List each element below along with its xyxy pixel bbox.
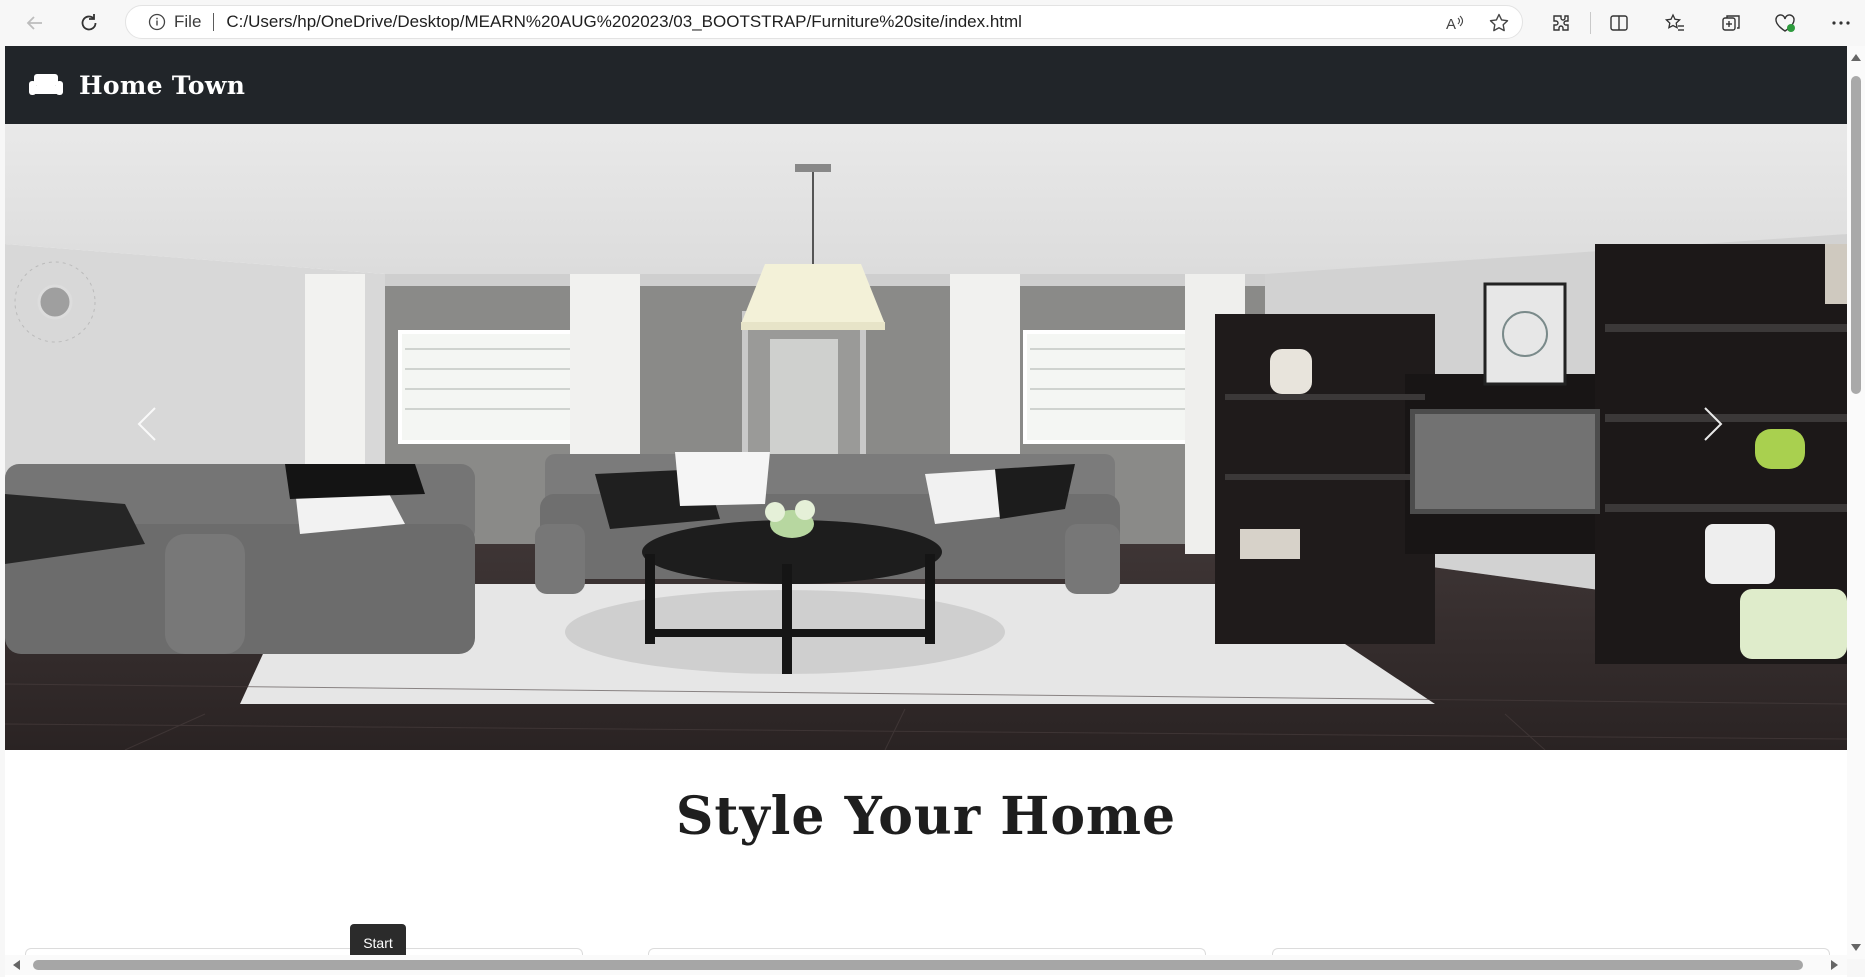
vertical-scrollbar[interactable] bbox=[1847, 46, 1865, 959]
chevron-left-icon bbox=[135, 404, 159, 449]
url-text[interactable]: C:/Users/hp/OneDrive/Desktop/MEARN%20AUG… bbox=[226, 12, 1022, 32]
living-room-photo bbox=[5, 124, 1847, 750]
refresh-icon[interactable] bbox=[74, 8, 104, 38]
page-viewport: Home Town Style Your Home bbox=[5, 46, 1847, 977]
site-navbar: Home Town bbox=[5, 46, 1847, 124]
scroll-right-icon[interactable] bbox=[1831, 960, 1838, 970]
toolbar-divider bbox=[1590, 12, 1591, 34]
carousel-next-button[interactable] bbox=[1693, 396, 1733, 456]
address-separator bbox=[213, 13, 215, 31]
scroll-up-icon[interactable] bbox=[1851, 54, 1861, 61]
address-bar[interactable]: File C:/Users/hp/OneDrive/Desktop/MEARN%… bbox=[125, 5, 1523, 39]
brand-name[interactable]: Home Town bbox=[79, 71, 245, 100]
collections-icon[interactable] bbox=[1716, 8, 1746, 38]
split-screen-icon[interactable] bbox=[1604, 8, 1634, 38]
address-prefix: File bbox=[174, 12, 202, 31]
carousel-prev-button[interactable] bbox=[127, 396, 167, 456]
browser-essentials-icon[interactable] bbox=[1770, 8, 1800, 38]
back-icon[interactable] bbox=[20, 8, 50, 38]
hero-carousel-image bbox=[5, 124, 1847, 750]
info-icon[interactable] bbox=[148, 13, 166, 31]
horizontal-scroll-thumb[interactable] bbox=[33, 960, 1803, 970]
read-aloud-icon[interactable]: A bbox=[1444, 12, 1466, 39]
svg-text:A: A bbox=[1446, 16, 1456, 33]
favorite-star-icon[interactable] bbox=[1488, 12, 1510, 39]
more-icon[interactable] bbox=[1826, 8, 1856, 38]
extensions-icon[interactable] bbox=[1546, 8, 1576, 38]
vertical-scroll-thumb[interactable] bbox=[1851, 76, 1861, 394]
horizontal-scrollbar[interactable] bbox=[5, 955, 1847, 975]
scroll-left-icon[interactable] bbox=[13, 960, 20, 970]
scroll-down-icon[interactable] bbox=[1851, 944, 1861, 951]
sofa-icon[interactable] bbox=[29, 71, 63, 99]
favorites-icon[interactable] bbox=[1660, 8, 1690, 38]
page-heading: Style Your Home bbox=[675, 786, 1177, 847]
browser-toolbar: File C:/Users/hp/OneDrive/Desktop/MEARN%… bbox=[0, 0, 1865, 46]
chevron-right-icon bbox=[1701, 404, 1725, 449]
